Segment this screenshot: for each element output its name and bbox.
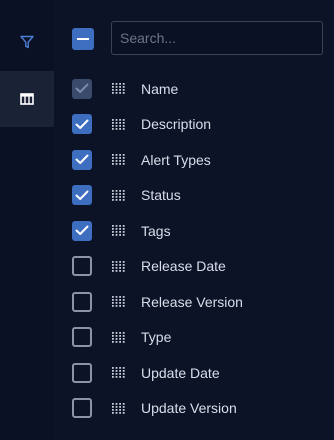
column-label: Update Version (141, 400, 237, 417)
column-label: Tags (141, 222, 171, 239)
search-input[interactable] (111, 21, 323, 55)
column-label: Status (141, 187, 181, 204)
drag-handle-icon[interactable] (111, 402, 125, 414)
checkmark-icon (75, 119, 89, 129)
drag-handle-icon[interactable] (111, 331, 125, 343)
drag-handle-icon[interactable] (111, 189, 125, 201)
drag-handle-icon[interactable] (111, 225, 125, 237)
column-label: Release Date (141, 258, 226, 275)
select-all-checkbox[interactable] (72, 28, 94, 50)
drag-handle-icon[interactable] (111, 83, 125, 95)
column-label: Name (141, 80, 179, 97)
column-label: Release Version (141, 293, 243, 310)
column-checkbox[interactable] (72, 291, 92, 312)
column-checkbox[interactable] (72, 362, 92, 383)
column-list-panel: Name Description Alert Types Status Tags Rele… (54, 0, 334, 440)
column-row[interactable]: Release Date (72, 249, 334, 285)
column-checkbox[interactable] (72, 256, 92, 277)
column-row[interactable]: Update Date (72, 355, 334, 391)
column-row[interactable]: Update Version (72, 391, 334, 427)
column-row[interactable]: Description (72, 107, 334, 143)
filter-tab-button[interactable] (0, 14, 54, 70)
tool-rail (0, 0, 54, 440)
column-checkbox[interactable] (72, 185, 92, 206)
checkmark-icon (75, 83, 89, 94)
drag-handle-icon[interactable] (111, 118, 125, 130)
column-checkbox[interactable] (72, 220, 92, 241)
column-row[interactable]: Type (72, 320, 334, 356)
column-checkbox[interactable] (72, 114, 92, 135)
drag-handle-icon[interactable] (111, 260, 125, 272)
checkmark-icon (75, 225, 89, 236)
column-checkbox[interactable] (72, 149, 92, 170)
columns-tab-button[interactable] (0, 71, 54, 127)
column-label: Description (141, 116, 212, 133)
column-row[interactable]: Name (72, 71, 334, 107)
column-checkbox[interactable] (72, 327, 92, 348)
column-row[interactable]: Tags (72, 213, 334, 249)
column-list: Name Description Alert Types Status Tags Rele… (72, 71, 334, 426)
checkmark-icon (75, 154, 89, 165)
column-row[interactable]: Release Version (72, 284, 334, 320)
filter-icon (20, 35, 34, 49)
columns-icon (20, 93, 34, 105)
drag-handle-icon[interactable] (111, 367, 125, 379)
column-chooser: Name Description Alert Types Status Tags Rele… (0, 0, 334, 440)
column-label: Alert Types (141, 151, 211, 168)
drag-handle-icon[interactable] (111, 296, 125, 308)
column-checkbox (72, 78, 92, 99)
column-checkbox[interactable] (72, 398, 92, 419)
column-row[interactable]: Status (72, 178, 334, 214)
column-label: Update Date (141, 364, 220, 381)
indeterminate-icon (77, 38, 89, 40)
column-label: Type (141, 329, 172, 346)
column-row[interactable]: Alert Types (72, 142, 334, 178)
checkmark-icon (75, 190, 89, 200)
drag-handle-icon[interactable] (111, 154, 125, 166)
